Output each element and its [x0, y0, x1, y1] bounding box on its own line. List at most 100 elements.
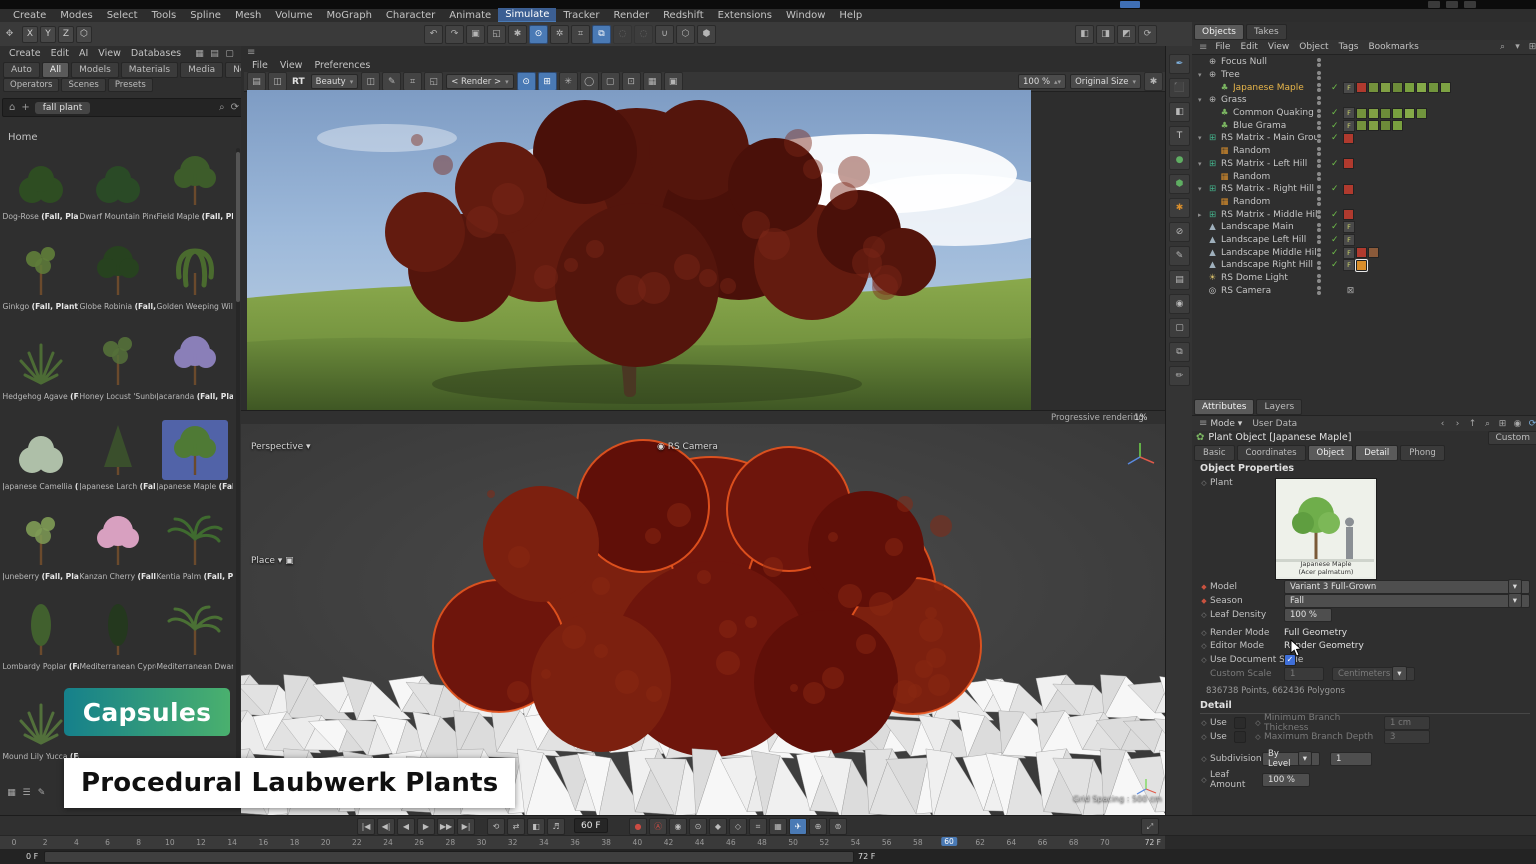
plant-item[interactable]: Japanese Camellia (Fal...: [2, 418, 79, 508]
ruler-tick[interactable]: 66: [1038, 838, 1048, 847]
ruler-tick[interactable]: 44: [695, 838, 705, 847]
menu-mograph[interactable]: MoGraph: [319, 9, 378, 22]
object-name[interactable]: Landscape Right Hill: [1221, 260, 1317, 270]
scrollbar-thumb[interactable]: [236, 152, 240, 302]
annotate-tool-icon[interactable]: ✏: [1169, 366, 1190, 386]
plant-item[interactable]: Mediterranean Dwarf ...: [156, 598, 233, 688]
object-name[interactable]: Common Quaking Grass: [1233, 108, 1317, 118]
min-branch-use-checkbox[interactable]: [1234, 717, 1246, 729]
expander-open-icon[interactable]: ▾: [1198, 185, 1207, 193]
key-parameter-icon[interactable]: ◇: [729, 818, 747, 835]
expander-open-icon[interactable]: ▾: [1198, 134, 1207, 142]
plant-item[interactable]: Ginkgo (Fall, Plant): [2, 238, 79, 328]
tree-row[interactable]: ▲Landscape Main✓F: [1192, 221, 1536, 234]
plant-item[interactable]: Japanese Larch (Fall, Pl...: [79, 418, 156, 508]
ruler-tick[interactable]: 52: [820, 838, 830, 847]
titlebar-icon[interactable]: [1428, 1, 1440, 8]
view-grid-icon[interactable]: ▦: [192, 46, 207, 61]
menu-redshift[interactable]: Redshift: [656, 9, 711, 22]
plant-item[interactable]: Golden Weeping Willo...: [156, 238, 233, 328]
object-name[interactable]: Landscape Middle Hill: [1221, 248, 1317, 258]
play-button[interactable]: ▶: [417, 818, 435, 835]
cluster-tool-icon[interactable]: ⬢: [1169, 174, 1190, 194]
custom-scale-unit-dropdown[interactable]: Centimeters▾: [1332, 667, 1415, 681]
ruler-tick[interactable]: 6: [105, 838, 110, 847]
autokey-button[interactable]: Ⓐ: [649, 818, 667, 835]
prev-frame-button[interactable]: ◀: [397, 818, 415, 835]
panel-menu-icon[interactable]: ▢: [222, 46, 237, 61]
magnet-icon[interactable]: ∪: [655, 25, 674, 44]
plant-item[interactable]: Kentia Palm (Fall, Plant): [156, 508, 233, 598]
preview-range-slider[interactable]: [44, 851, 854, 863]
add-icon[interactable]: +: [18, 102, 32, 113]
tree-row[interactable]: ▾⊕Grass: [1192, 94, 1536, 107]
scrollbar[interactable]: [236, 148, 240, 803]
tree-row[interactable]: ▾⊕Tree: [1192, 69, 1536, 82]
place-tool-label[interactable]: Place ▾ ▣: [251, 556, 294, 566]
uv-tool-icon[interactable]: ▤: [1169, 270, 1190, 290]
key-pla-icon[interactable]: ⌗: [749, 818, 767, 835]
visibility-dots[interactable]: [1317, 197, 1331, 206]
season-dropdown[interactable]: Fall▾: [1284, 594, 1530, 608]
plant-item[interactable]: Honey Locust 'Sunbur...: [79, 328, 156, 418]
om-menu-tags[interactable]: Tags: [1334, 41, 1364, 54]
leaf-density-field[interactable]: 100 %: [1284, 608, 1332, 622]
clone-tool-icon[interactable]: ⧉: [1169, 342, 1190, 362]
menu-modes[interactable]: Modes: [53, 9, 99, 22]
tree-row[interactable]: ⊕Focus Null: [1192, 56, 1536, 69]
footer-edit-icon[interactable]: ✎: [34, 786, 49, 801]
object-name[interactable]: RS Dome Light: [1221, 273, 1317, 283]
texture-tag-chip[interactable]: [1392, 82, 1403, 93]
field-tag-icon[interactable]: F: [1343, 234, 1355, 246]
texture-tag-chip[interactable]: [1368, 120, 1379, 131]
ipr-icon[interactable]: ▣: [664, 72, 683, 91]
expander-open-icon[interactable]: ▾: [1198, 71, 1207, 79]
keyframe-dot[interactable]: ◇: [1252, 733, 1264, 741]
key-scale-icon[interactable]: ⊙: [689, 818, 707, 835]
keyframe-dot[interactable]: ◇: [1198, 611, 1210, 619]
ruler-tick[interactable]: 48: [757, 838, 767, 847]
mode-dropdown[interactable]: Mode ▾: [1210, 419, 1242, 429]
tree-row[interactable]: ▸⊞RS Matrix - Middle Hill✓: [1192, 208, 1536, 221]
up-arrow-icon[interactable]: ↑: [1465, 416, 1480, 431]
ruler-tick[interactable]: 12: [196, 838, 206, 847]
grid-icon[interactable]: ⌗: [403, 72, 422, 91]
enabled-check-icon[interactable]: ✓: [1331, 159, 1343, 169]
enabled-check-icon[interactable]: ✓: [1331, 83, 1343, 93]
sync-icon[interactable]: ⟳: [1525, 416, 1536, 431]
tree-row[interactable]: ▾⊞RS Matrix - Right Hill✓: [1192, 183, 1536, 196]
texture-tag-chip[interactable]: [1392, 108, 1403, 119]
menu-select[interactable]: Select: [100, 9, 145, 22]
tool-disabled-a-icon[interactable]: ◌: [613, 25, 632, 44]
spline-pen-tool-icon[interactable]: ✒: [1169, 54, 1190, 74]
ruler-tick[interactable]: 24: [383, 838, 393, 847]
footer-list-icon[interactable]: ☰: [19, 786, 34, 801]
plant-item[interactable]: Japanese Maple (Fall, ...: [156, 418, 233, 508]
tree-row[interactable]: ▲Landscape Middle Hill✓F: [1192, 246, 1536, 259]
min-branch-field[interactable]: 1 cm: [1384, 716, 1430, 730]
paint-tool-icon[interactable]: ✎: [1169, 246, 1190, 266]
visibility-dots[interactable]: [1317, 159, 1331, 168]
field-tag-icon[interactable]: F: [1343, 120, 1355, 132]
next-key-button[interactable]: ▶▶: [437, 818, 455, 835]
enabled-check-icon[interactable]: ✓: [1331, 210, 1343, 220]
om-menu-edit[interactable]: Edit: [1235, 41, 1262, 54]
texture-tag-chip[interactable]: [1356, 247, 1367, 258]
subdivision-mode-dropdown[interactable]: By Level▾: [1262, 752, 1320, 766]
rv-menu-file[interactable]: File: [246, 59, 274, 72]
om-menu-view[interactable]: View: [1263, 41, 1294, 54]
texture-tag-chip[interactable]: [1416, 108, 1427, 119]
ruler-tick[interactable]: 64: [1007, 838, 1017, 847]
bookmark-icon[interactable]: ⊞: [1525, 40, 1536, 55]
grid-overlay-icon[interactable]: ⊞: [538, 72, 557, 91]
ab-tab-auto[interactable]: Auto: [3, 62, 40, 78]
plant-item[interactable]: Field Maple (Fall, Plant): [156, 148, 233, 238]
history-icon[interactable]: ◫: [268, 72, 287, 91]
menu-spline[interactable]: Spline: [183, 9, 228, 22]
tree-row[interactable]: ♣Japanese Maple✓F: [1192, 81, 1536, 94]
visibility-dots[interactable]: [1317, 261, 1331, 270]
workplane-icon[interactable]: ⬡: [676, 25, 695, 44]
search-term-pill[interactable]: fall plant: [35, 102, 91, 114]
search-icon[interactable]: ⌕: [1480, 416, 1495, 431]
field-tool-icon[interactable]: ●: [1169, 150, 1190, 170]
